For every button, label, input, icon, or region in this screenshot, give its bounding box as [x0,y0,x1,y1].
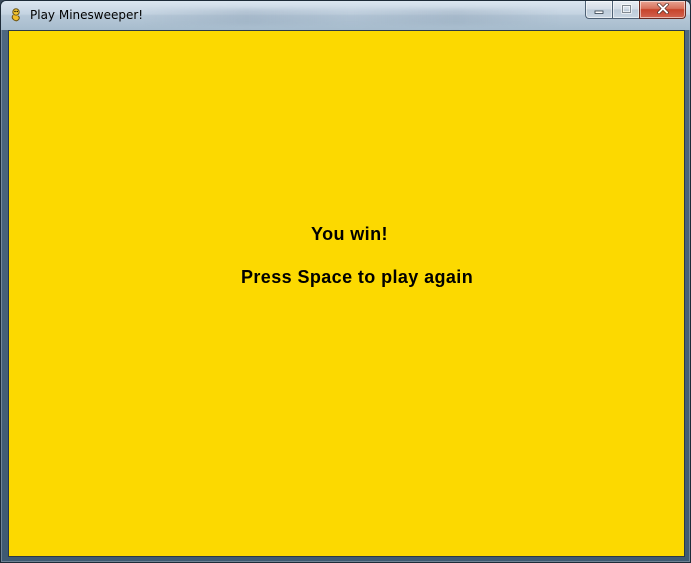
play-again-prompt: Press Space to play again [241,267,474,287]
caption-buttons [585,1,686,20]
game-canvas[interactable]: You win! Press Space to play again [8,30,685,557]
maximize-icon [620,1,632,19]
minimize-button[interactable] [585,1,612,19]
close-button[interactable] [639,1,686,19]
win-message: You win! [311,224,388,244]
maximize-button[interactable] [612,1,639,19]
title-bar[interactable]: Play Minesweeper! [1,1,690,30]
python-snake-icon[interactable] [8,7,24,23]
window-title: Play Minesweeper! [30,8,144,22]
app-window: Play Minesweeper! You win! Press Space t… [0,0,691,563]
title-bar-background [141,9,561,25]
minimize-icon [594,1,605,19]
close-icon [656,1,669,19]
